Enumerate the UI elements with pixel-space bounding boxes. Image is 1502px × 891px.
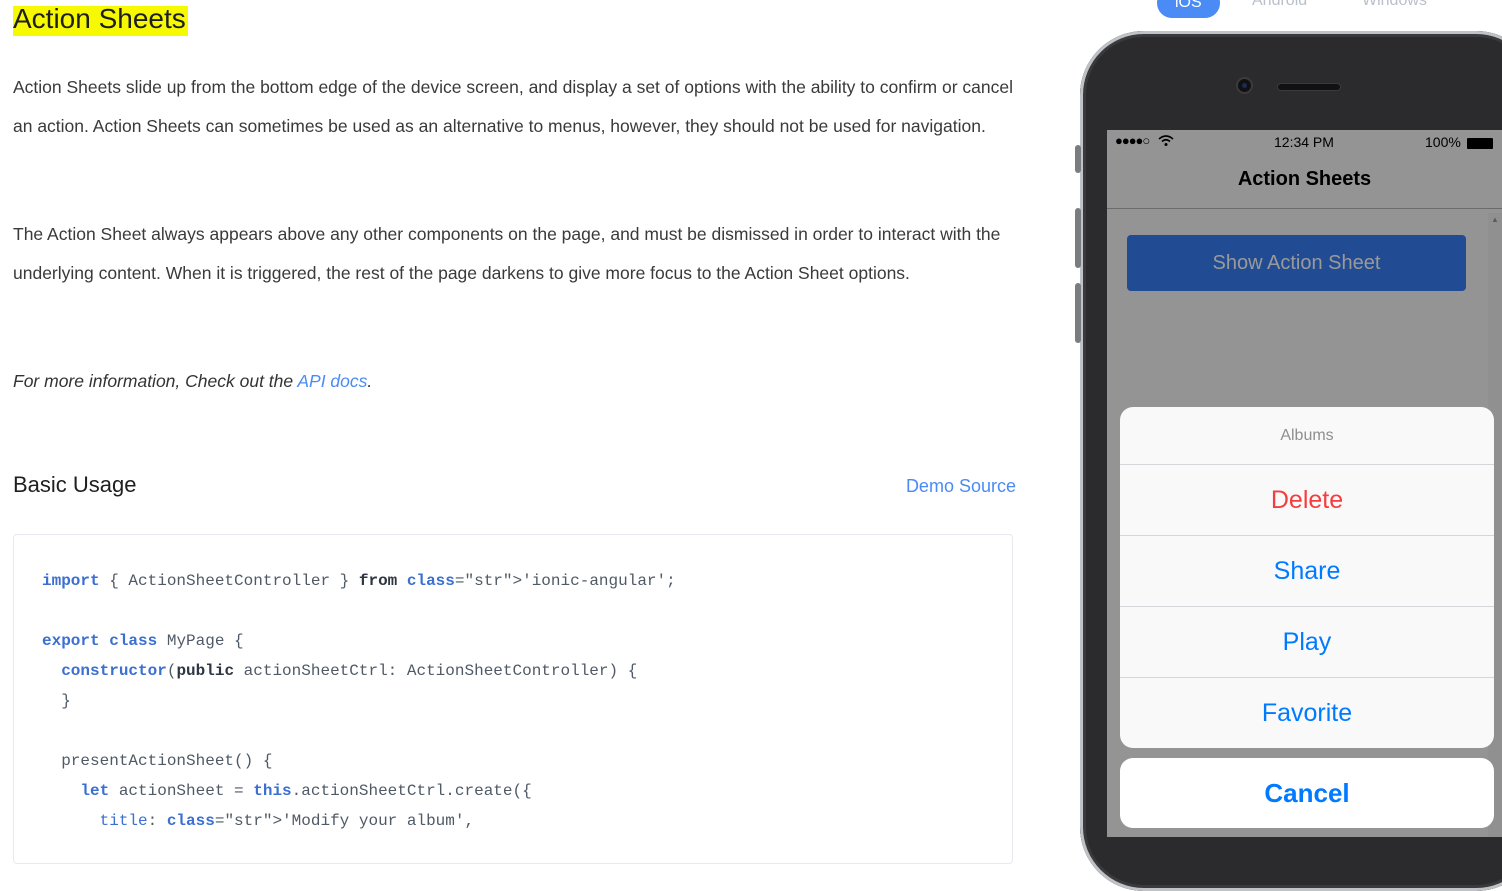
- tab-windows[interactable]: Windows: [1344, 0, 1445, 16]
- code-line: export class MyPage {: [42, 632, 244, 650]
- tab-ios[interactable]: iOS: [1157, 0, 1220, 18]
- code-line: let actionSheet = this.actionSheetCtrl.c…: [80, 782, 532, 800]
- action-sheet: Albums Delete Share Play Favorite: [1120, 407, 1494, 748]
- action-share-button[interactable]: Share: [1120, 536, 1494, 607]
- volume-up-button: [1075, 208, 1081, 268]
- tab-android[interactable]: Android: [1234, 0, 1325, 16]
- action-favorite-button[interactable]: Favorite: [1120, 678, 1494, 748]
- volume-down-button: [1075, 283, 1081, 343]
- mute-switch: [1075, 145, 1081, 173]
- intro-paragraph: Action Sheets slide up from the bottom e…: [13, 77, 1013, 136]
- section-title-basic-usage: Basic Usage: [13, 472, 137, 497]
- front-camera: [1238, 79, 1251, 92]
- page-title: Action Sheets: [13, 2, 188, 36]
- more-info-prefix: For more information, Check out the: [13, 371, 298, 391]
- action-play-button[interactable]: Play: [1120, 607, 1494, 678]
- code-line: import { ActionSheetController } from cl…: [42, 572, 667, 590]
- demo-source-link[interactable]: Demo Source: [906, 476, 1016, 497]
- behavior-paragraph: The Action Sheet always appears above an…: [13, 224, 1001, 283]
- code-line: title: class="str">'Modify your album': [99, 812, 465, 830]
- more-info-paragraph: For more information, Check out the API …: [13, 362, 372, 401]
- code-block: import { ActionSheetController } from cl…: [13, 534, 1013, 864]
- action-delete-button[interactable]: Delete: [1120, 465, 1494, 536]
- action-cancel-button[interactable]: Cancel: [1120, 758, 1494, 828]
- code-line: }: [42, 692, 71, 710]
- action-sheet-title: Albums: [1120, 407, 1494, 465]
- code-line: presentActionSheet() {: [42, 752, 273, 770]
- earpiece-speaker: [1278, 84, 1340, 90]
- more-info-suffix: .: [367, 371, 373, 391]
- code-line: constructor(public actionSheetCtrl: Acti…: [61, 662, 638, 680]
- api-docs-link[interactable]: API docs: [297, 371, 367, 391]
- device-screen: ●●●●○ 12:34 PM 100% Action Sheets Show A…: [1107, 130, 1502, 837]
- code-listing: import { ActionSheetController } from cl…: [42, 572, 676, 830]
